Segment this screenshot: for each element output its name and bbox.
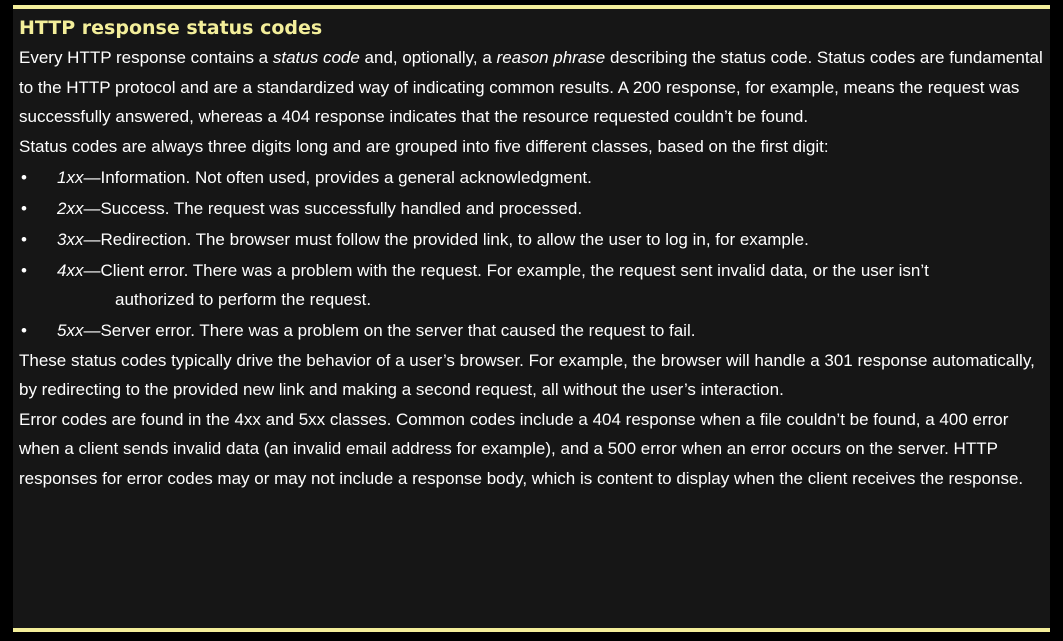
browser-behavior-paragraph: These status codes typically drive the b… xyxy=(19,350,1035,400)
bullet-icon: • xyxy=(21,167,27,187)
bullet-icon: • xyxy=(21,260,27,280)
class-code: 5xx xyxy=(57,321,84,340)
intro-text-1: Every HTTP response contains a xyxy=(19,48,273,67)
class-description: —Client error. There was a problem with … xyxy=(83,260,929,280)
document-content: HTTP response status codes Every HTTP re… xyxy=(13,9,1050,493)
class-description: —Redirection. The browser must follow th… xyxy=(83,229,809,249)
intro-paragraph: Every HTTP response contains a status co… xyxy=(19,43,1044,132)
list-item: • 3xx—Redirection. The browser must follo… xyxy=(19,225,1044,255)
list-item: • 1xx—Information. Not often used, provid… xyxy=(19,163,1044,193)
class-description: —Success. The request was successfully h… xyxy=(83,198,583,218)
status-class-list: • 1xx—Information. Not often used, provid… xyxy=(19,163,1044,346)
term-status-code: status code xyxy=(272,48,360,67)
class-code: 2xx xyxy=(57,198,84,218)
classes-intro-paragraph: Status codes are always three digits lon… xyxy=(19,136,829,156)
section-title: HTTP response status codes xyxy=(19,17,323,39)
class-code: 1xx xyxy=(57,167,84,187)
bullet-icon: • xyxy=(21,198,27,218)
bullet-icon: • xyxy=(21,229,27,249)
class-code: 4xx xyxy=(57,260,84,280)
list-item: • 4xx—Client error. There was a problem w… xyxy=(19,256,1044,315)
document-panel: HTTP response status codes Every HTTP re… xyxy=(13,5,1050,632)
class-description: —Server error. There was a problem on th… xyxy=(83,321,696,340)
error-codes-paragraph: Error codes are found in the 4xx and 5xx… xyxy=(19,409,1024,488)
list-item: • 2xx—Success. The request was successful… xyxy=(19,194,1044,224)
bullet-icon: • xyxy=(21,321,27,340)
class-description-continued: authorized to perform the request. xyxy=(115,290,372,309)
term-reason-phrase: reason phrase xyxy=(496,48,606,67)
class-code: 3xx xyxy=(57,229,84,249)
intro-text-2: and, optionally, a xyxy=(359,48,497,67)
list-item: • 5xx—Server error. There was a problem o… xyxy=(19,316,1044,346)
class-description: —Information. Not often used, provides a… xyxy=(83,167,592,187)
